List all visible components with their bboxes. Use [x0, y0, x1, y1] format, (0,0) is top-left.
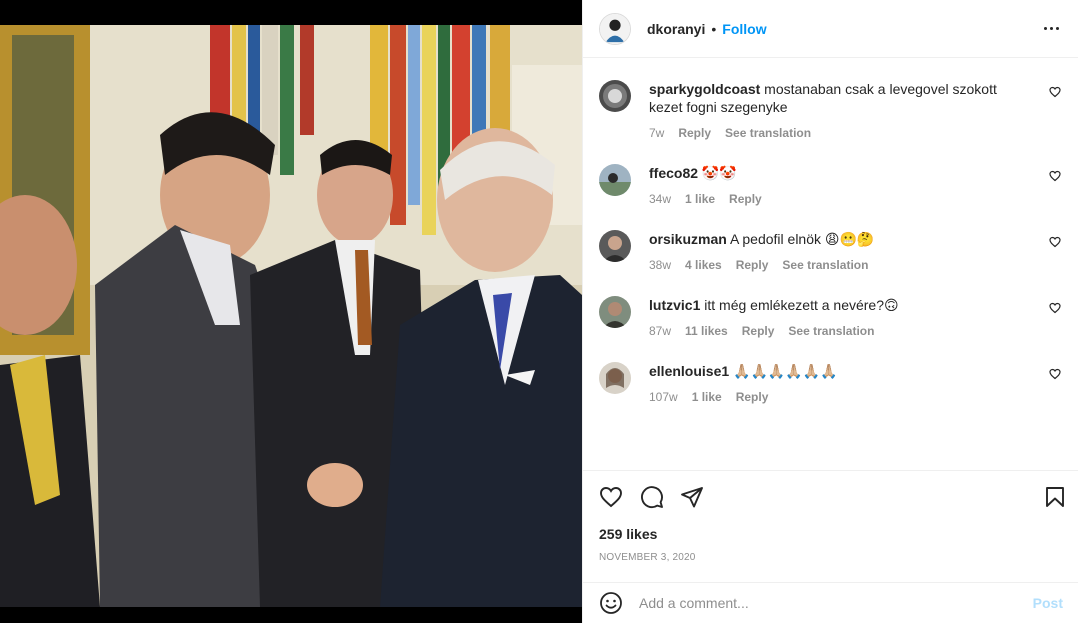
owner-username[interactable]: dkoranyi [647, 21, 705, 37]
comment-time[interactable]: 107w [649, 388, 678, 406]
commenter-avatar[interactable] [599, 80, 631, 112]
more-options-icon[interactable] [1039, 16, 1063, 40]
see-translation-button[interactable]: See translation [725, 124, 811, 142]
comment-bubble-icon[interactable] [640, 485, 664, 509]
owner-avatar[interactable] [599, 12, 631, 45]
comment-like-icon[interactable] [1049, 368, 1061, 380]
commenter-avatar[interactable] [599, 230, 631, 262]
likes-count[interactable]: 259 likes [599, 526, 657, 542]
commenter-avatar[interactable] [599, 296, 631, 328]
comment-time[interactable]: 38w [649, 256, 671, 274]
comment-username[interactable]: sparkygoldcoast [649, 81, 760, 97]
post-header: dkoranyi • Follow [583, 0, 1078, 58]
handshake-photo [0, 25, 582, 607]
comment-username[interactable]: orsikuzman [649, 231, 727, 247]
comment-text: A pedofil elnök 😩😬🤔 [729, 231, 875, 247]
comments-list[interactable]: sparkygoldcoast mostanaban csak a levego… [583, 58, 1078, 470]
comment-time[interactable]: 87w [649, 322, 671, 340]
bookmark-icon[interactable] [1043, 485, 1067, 509]
comment-text: 🤡🤡 [701, 165, 737, 181]
paper-plane-icon[interactable] [680, 485, 704, 509]
comment-likes-count[interactable]: 4 likes [685, 256, 722, 274]
comment-time[interactable]: 34w [649, 190, 671, 208]
see-translation-button[interactable]: See translation [788, 322, 874, 340]
reply-button[interactable]: Reply [742, 322, 775, 340]
comment-like-icon[interactable] [1049, 236, 1061, 248]
comment-text: 🙏🏼🙏🏼🙏🏼🙏🏼🙏🏼🙏🏼 [733, 363, 838, 379]
header-separator: • [711, 20, 717, 37]
post-actions: 259 likes NOVEMBER 3, 2020 [583, 470, 1078, 582]
comment-like-icon[interactable] [1049, 170, 1061, 182]
comment-username[interactable]: ellenlouise1 [649, 363, 729, 379]
comment-time[interactable]: 7w [649, 124, 664, 142]
comment-text: itt még emlékezett a nevére?🙃 [704, 297, 899, 313]
reply-button[interactable]: Reply [736, 256, 769, 274]
post-date[interactable]: NOVEMBER 3, 2020 [599, 552, 696, 563]
post-media [0, 0, 582, 623]
add-comment-bar: Post [583, 582, 1078, 623]
comment-likes-count[interactable]: 1 like [685, 190, 715, 208]
emoji-smiley-icon[interactable] [599, 591, 623, 615]
post-photo[interactable] [0, 25, 582, 607]
heart-icon[interactable] [599, 485, 623, 509]
comment-like-icon[interactable] [1049, 302, 1061, 314]
follow-button[interactable]: Follow [722, 21, 766, 37]
comment-username[interactable]: ffeco82 [649, 165, 698, 181]
comment-likes-count[interactable]: 1 like [692, 388, 722, 406]
reply-button[interactable]: Reply [678, 124, 711, 142]
reply-button[interactable]: Reply [729, 190, 762, 208]
comment-likes-count[interactable]: 11 likes [685, 322, 728, 340]
post-comment-button[interactable]: Post [1033, 595, 1063, 611]
comment-like-icon[interactable] [1049, 86, 1061, 98]
add-comment-input[interactable] [639, 595, 1025, 611]
see-translation-button[interactable]: See translation [782, 256, 868, 274]
post-panel: dkoranyi • Follow sparkygoldcoast mostan… [582, 0, 1078, 623]
commenter-avatar[interactable] [599, 362, 631, 394]
reply-button[interactable]: Reply [736, 388, 769, 406]
commenter-avatar[interactable] [599, 164, 631, 196]
comment-username[interactable]: lutzvic1 [649, 297, 700, 313]
